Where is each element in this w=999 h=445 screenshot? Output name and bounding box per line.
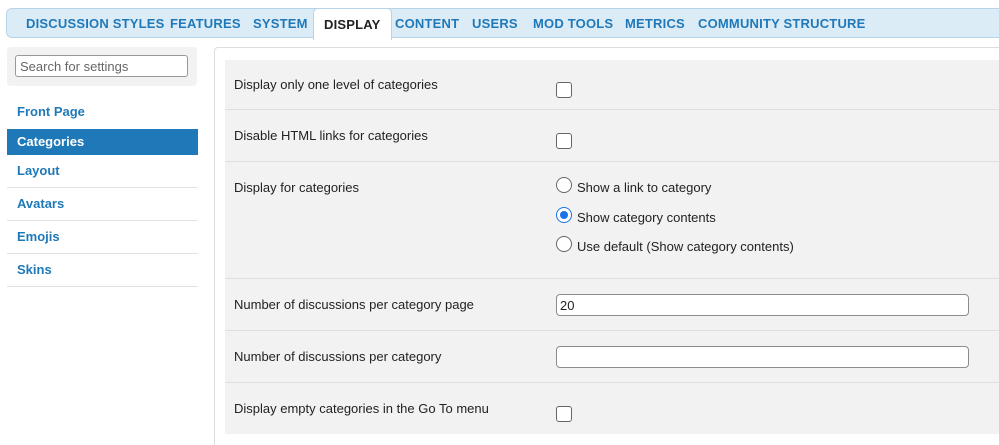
per-category-input[interactable]	[556, 346, 969, 368]
radio-use-default[interactable]	[556, 236, 572, 252]
tab-system[interactable]: SYSTEM	[253, 9, 308, 38]
search-input[interactable]	[15, 55, 188, 77]
setting-label: Number of discussions per category page	[234, 297, 474, 312]
setting-row-per-category: Number of discussions per category	[225, 331, 999, 383]
disable-html-checkbox[interactable]	[556, 133, 572, 149]
radio-show-contents[interactable]	[556, 207, 572, 223]
sidebar-divider	[7, 286, 198, 287]
radio-show-link[interactable]	[556, 177, 572, 193]
setting-row-display-for: Display for categories Show a link to ca…	[225, 162, 999, 279]
sidebar-search-container	[7, 47, 197, 86]
tab-content[interactable]: CONTENT	[395, 9, 459, 38]
one-level-checkbox[interactable]	[556, 82, 572, 98]
sidebar-item-layout[interactable]: Layout	[7, 160, 198, 182]
sidebar-item-categories[interactable]: Categories	[7, 129, 198, 155]
setting-row-empty-goto: Display empty categories in the Go To me…	[225, 383, 999, 434]
setting-label: Number of discussions per category	[234, 349, 442, 364]
setting-label: Disable HTML links for categories	[234, 128, 428, 143]
sidebar-divider	[7, 253, 198, 254]
tab-users[interactable]: USERS	[472, 9, 518, 38]
setting-row-one-level: Display only one level of categories	[225, 60, 999, 110]
setting-label: Display only one level of categories	[234, 77, 438, 92]
radio-label: Show a link to category	[577, 180, 712, 195]
sidebar-divider	[7, 220, 198, 221]
tab-metrics[interactable]: METRICS	[625, 9, 685, 38]
tab-display[interactable]: DISPLAY	[313, 8, 392, 40]
radio-label: Use default (Show category contents)	[577, 239, 794, 254]
setting-label: Display for categories	[234, 180, 359, 195]
tab-features[interactable]: FEATURES	[170, 9, 241, 38]
per-page-input[interactable]	[556, 294, 969, 316]
setting-row-per-page: Number of discussions per category page	[225, 279, 999, 331]
tab-bar: DISCUSSION STYLES FEATURES SYSTEM DISPLA…	[6, 8, 999, 40]
radio-label: Show category contents	[577, 210, 716, 225]
sidebar-item-front-page[interactable]: Front Page	[7, 101, 198, 123]
sidebar-item-avatars[interactable]: Avatars	[7, 193, 198, 215]
tab-discussion-styles[interactable]: DISCUSSION STYLES	[26, 9, 164, 38]
empty-goto-checkbox[interactable]	[556, 406, 572, 422]
setting-row-disable-html: Disable HTML links for categories	[225, 110, 999, 162]
tab-community-structure[interactable]: COMMUNITY STRUCTURE	[698, 9, 866, 38]
sidebar-item-emojis[interactable]: Emojis	[7, 226, 198, 248]
setting-label: Display empty categories in the Go To me…	[234, 401, 489, 416]
sidebar-item-skins[interactable]: Skins	[7, 259, 198, 281]
sidebar-divider	[7, 187, 198, 188]
tab-mod-tools[interactable]: MOD TOOLS	[533, 9, 613, 38]
